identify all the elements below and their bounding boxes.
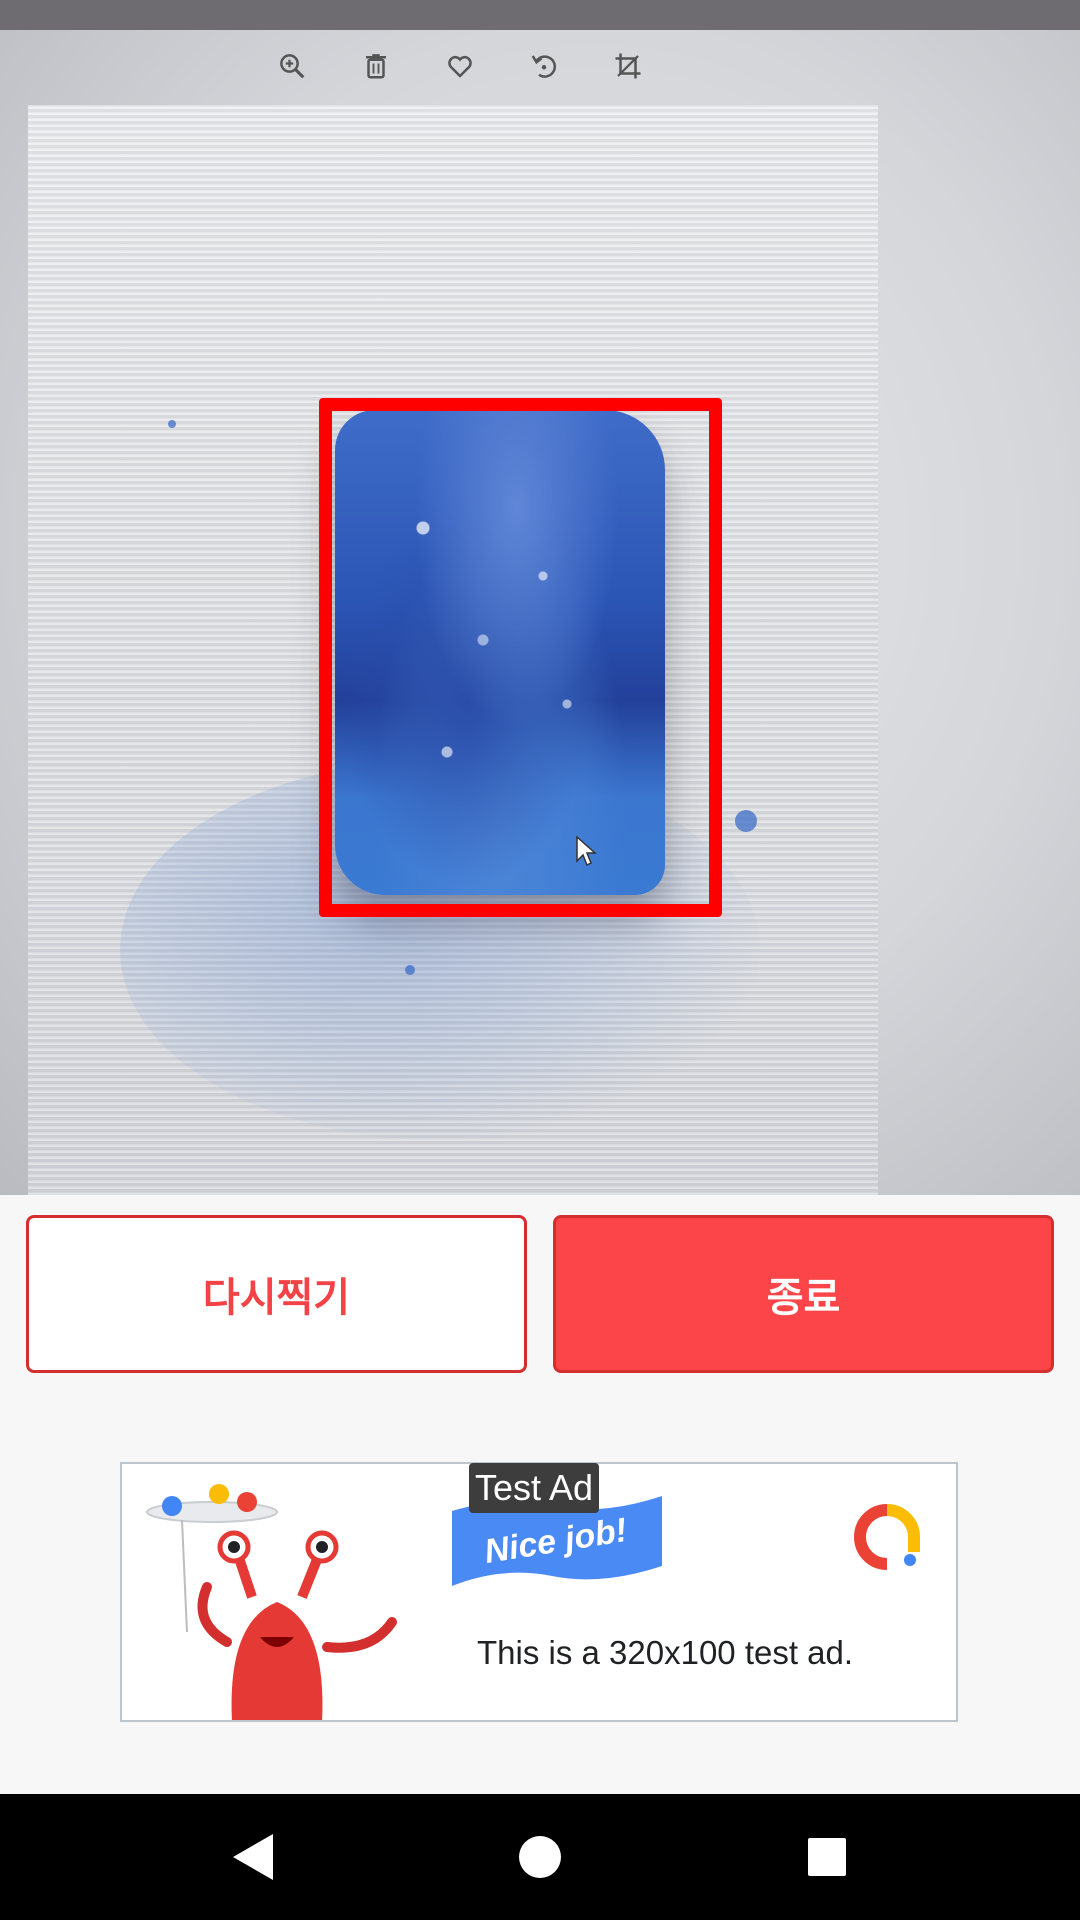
detection-box [319, 398, 722, 917]
home-button[interactable] [500, 1817, 580, 1897]
image-toolbar [270, 44, 650, 88]
cursor-icon [576, 835, 597, 867]
ad-body-text: This is a 320x100 test ad. [477, 1634, 854, 1671]
back-icon [233, 1834, 274, 1880]
navigation-bar [0, 1794, 1080, 1920]
back-button[interactable] [213, 1817, 293, 1897]
delete-button[interactable] [354, 44, 398, 88]
favorite-button[interactable] [438, 44, 482, 88]
heart-icon [448, 55, 472, 78]
ad-logo-icon [854, 1504, 920, 1570]
home-icon [518, 1836, 561, 1878]
dye-spot [735, 810, 757, 832]
rotate-button[interactable] [522, 44, 566, 88]
crop-button[interactable] [606, 44, 650, 88]
trash-icon [366, 54, 386, 79]
dye-spot [168, 420, 176, 428]
rotate-icon [531, 55, 557, 78]
photo-preview [0, 0, 1080, 1195]
recents-icon [807, 1838, 846, 1876]
crop-icon [615, 53, 641, 79]
recents-button[interactable] [787, 1817, 867, 1897]
zoom-button[interactable] [270, 44, 314, 88]
exit-button[interactable]: 종료 [553, 1215, 1054, 1373]
photo-top-edge [0, 0, 1080, 30]
screen: 다시찍기 종료 Nice job! This is a 320x100 test… [0, 0, 1080, 1920]
retake-button[interactable]: 다시찍기 [26, 1215, 527, 1373]
dye-spot [405, 965, 415, 975]
test-ad-label: Test Ad [469, 1463, 600, 1513]
monster-mascot-icon [146, 1484, 397, 1720]
action-bar: 다시찍기 종료 [26, 1215, 1054, 1373]
zoom-in-icon [280, 54, 305, 79]
